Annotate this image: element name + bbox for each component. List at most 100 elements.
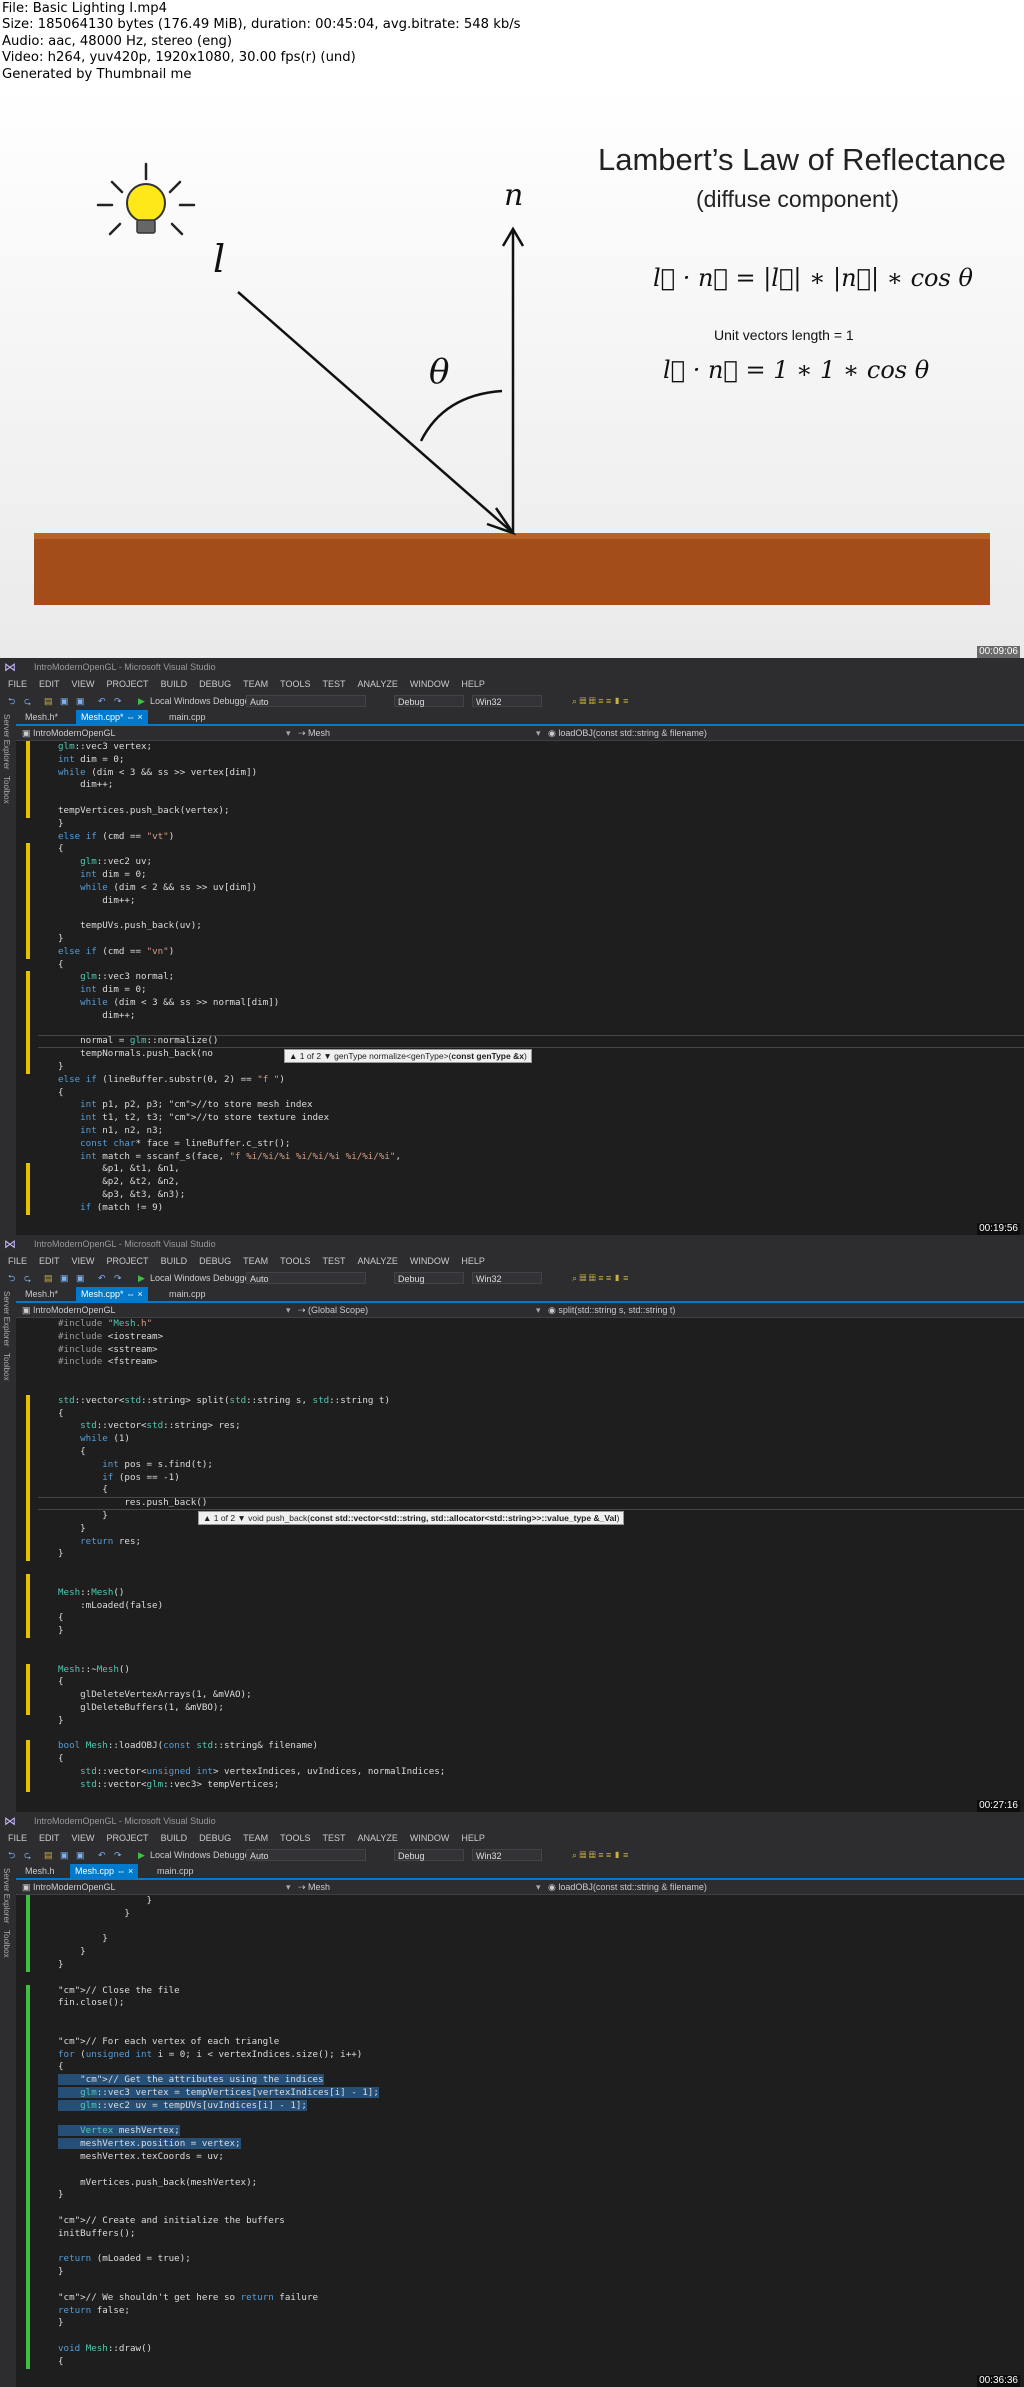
menu-item[interactable]: ANALYZE (357, 1253, 397, 1269)
undo-icon[interactable]: ↶ (98, 692, 106, 710)
menu-item[interactable]: BUILD (161, 1830, 188, 1846)
document-tab[interactable]: main.cpp (164, 1287, 211, 1301)
menu-item[interactable]: FILE (8, 1253, 27, 1269)
find-icon[interactable]: ⌕ ▦ ▦ ≡ ≡ ▮ ≡ (572, 692, 628, 710)
menu-item[interactable]: TEST (322, 676, 345, 692)
open-folder-icon[interactable]: ▤ (44, 1269, 53, 1287)
menu-item[interactable]: VIEW (72, 1253, 95, 1269)
menu-item[interactable]: PROJECT (107, 1830, 149, 1846)
project-dropdown[interactable]: ▣ IntroModernOpenGL (22, 1303, 116, 1318)
code-editor[interactable]: glm::vec3 vertex; int dim = 0; while (dim … (16, 741, 1024, 1235)
member-dropdown[interactable]: ◉ split(std::string s, std::string t) (548, 1303, 675, 1318)
menu-item[interactable]: TEAM (243, 676, 268, 692)
configuration-combo[interactable]: Debug (394, 695, 464, 707)
forward-icon[interactable]: ⮎ (24, 692, 31, 710)
configuration-combo[interactable]: Debug (394, 1272, 464, 1284)
debug-target-combo[interactable]: Auto (246, 695, 366, 707)
menu-item[interactable]: TEST (322, 1253, 345, 1269)
code-text[interactable]: } } } }} "cm">// Close the file fin.close(… (58, 1895, 379, 2368)
platform-combo[interactable]: Win32 (472, 1272, 542, 1284)
member-dropdown[interactable]: ◉ loadOBJ(const std::string & filename) (548, 726, 707, 741)
scope-dropdown[interactable]: ⇢ Mesh (298, 1880, 330, 1895)
document-tab[interactable]: Mesh.cpp* ⇔ × (76, 710, 148, 724)
document-tab[interactable]: Mesh.cpp* ⇔ × (76, 1287, 148, 1301)
code-editor[interactable]: #include "Mesh.h" #include <iostream> #inc… (16, 1318, 1024, 1812)
menu-item[interactable]: EDIT (39, 676, 60, 692)
play-icon[interactable]: ▶ (138, 692, 145, 710)
menu-item[interactable]: HELP (461, 676, 485, 692)
platform-combo[interactable]: Win32 (472, 695, 542, 707)
scope-dropdown[interactable]: ⇢ (Global Scope) (298, 1303, 368, 1318)
menu-item[interactable]: PROJECT (107, 676, 149, 692)
toolbox-tab[interactable]: Toolbox (2, 776, 11, 804)
project-dropdown[interactable]: ▣ IntroModernOpenGL (22, 1880, 116, 1895)
play-icon[interactable]: ▶ (138, 1269, 145, 1287)
save-all-icon[interactable]: ▣ (76, 1269, 85, 1287)
menu-item[interactable]: WINDOW (410, 1253, 450, 1269)
menu-item[interactable]: TEAM (243, 1830, 268, 1846)
document-tab[interactable]: main.cpp (152, 1864, 199, 1878)
debugger-label[interactable]: Local Windows Debugger (150, 692, 253, 710)
menu-item[interactable]: TEAM (243, 1253, 268, 1269)
menu-item[interactable]: ANALYZE (357, 1830, 397, 1846)
menu-item[interactable]: VIEW (72, 1830, 95, 1846)
back-icon[interactable]: ⮌ (8, 1846, 15, 1864)
menu-item[interactable]: HELP (461, 1253, 485, 1269)
server-explorer-tab[interactable]: Server Explorer (2, 1868, 11, 1924)
open-folder-icon[interactable]: ▤ (44, 692, 53, 710)
menu-item[interactable]: TOOLS (280, 1830, 310, 1846)
open-folder-icon[interactable]: ▤ (44, 1846, 53, 1864)
undo-icon[interactable]: ↶ (98, 1846, 106, 1864)
toolbox-tab[interactable]: Toolbox (2, 1930, 11, 1958)
code-editor[interactable]: } } } }} "cm">// Close the file fin.close(… (16, 1895, 1024, 2387)
menu-item[interactable]: DEBUG (199, 1253, 231, 1269)
code-text[interactable]: #include "Mesh.h" #include <iostream> #inc… (58, 1318, 445, 1791)
menu-item[interactable]: FILE (8, 676, 27, 692)
menu-item[interactable]: ANALYZE (357, 676, 397, 692)
menu-item[interactable]: TEST (322, 1830, 345, 1846)
document-tab[interactable]: Mesh.h (20, 1864, 60, 1878)
debug-target-combo[interactable]: Auto (246, 1849, 366, 1861)
menu-item[interactable]: DEBUG (199, 1830, 231, 1846)
save-all-icon[interactable]: ▣ (76, 1846, 85, 1864)
save-icon[interactable]: ▣ (60, 692, 69, 710)
redo-icon[interactable]: ↷ (114, 692, 122, 710)
menu-item[interactable]: FILE (8, 1830, 27, 1846)
document-tab[interactable]: Mesh.h* (20, 710, 63, 724)
menu-item[interactable]: WINDOW (410, 676, 450, 692)
debugger-label[interactable]: Local Windows Debugger (150, 1846, 253, 1864)
debug-target-combo[interactable]: Auto (246, 1272, 366, 1284)
member-dropdown[interactable]: ◉ loadOBJ(const std::string & filename) (548, 1880, 707, 1895)
menu-item[interactable]: WINDOW (410, 1830, 450, 1846)
project-dropdown[interactable]: ▣ IntroModernOpenGL (22, 726, 116, 741)
menu-item[interactable]: EDIT (39, 1253, 60, 1269)
back-icon[interactable]: ⮌ (8, 1269, 15, 1287)
menu-item[interactable]: BUILD (161, 676, 188, 692)
menu-item[interactable]: PROJECT (107, 1253, 149, 1269)
save-icon[interactable]: ▣ (60, 1269, 69, 1287)
forward-icon[interactable]: ⮎ (24, 1846, 31, 1864)
menu-item[interactable]: TOOLS (280, 676, 310, 692)
server-explorer-tab[interactable]: Server Explorer (2, 714, 11, 770)
document-tab[interactable]: Mesh.h* (20, 1287, 63, 1301)
save-icon[interactable]: ▣ (60, 1846, 69, 1864)
menu-item[interactable]: DEBUG (199, 676, 231, 692)
save-all-icon[interactable]: ▣ (76, 692, 85, 710)
menu-item[interactable]: EDIT (39, 1830, 60, 1846)
find-icon[interactable]: ⌕ ▦ ▦ ≡ ≡ ▮ ≡ (572, 1269, 628, 1287)
redo-icon[interactable]: ↷ (114, 1269, 122, 1287)
scope-dropdown[interactable]: ⇢ Mesh (298, 726, 330, 741)
find-icon[interactable]: ⌕ ▦ ▦ ≡ ≡ ▮ ≡ (572, 1846, 628, 1864)
document-tab[interactable]: Mesh.cpp ⇔ × (70, 1864, 139, 1878)
document-tab[interactable]: main.cpp (164, 710, 211, 724)
menu-item[interactable]: BUILD (161, 1253, 188, 1269)
toolbox-tab[interactable]: Toolbox (2, 1353, 11, 1381)
server-explorer-tab[interactable]: Server Explorer (2, 1291, 11, 1347)
redo-icon[interactable]: ↷ (114, 1846, 122, 1864)
menu-item[interactable]: HELP (461, 1830, 485, 1846)
configuration-combo[interactable]: Debug (394, 1849, 464, 1861)
platform-combo[interactable]: Win32 (472, 1849, 542, 1861)
back-icon[interactable]: ⮌ (8, 692, 15, 710)
code-text[interactable]: glm::vec3 vertex; int dim = 0; while (dim … (58, 741, 401, 1214)
forward-icon[interactable]: ⮎ (24, 1269, 31, 1287)
